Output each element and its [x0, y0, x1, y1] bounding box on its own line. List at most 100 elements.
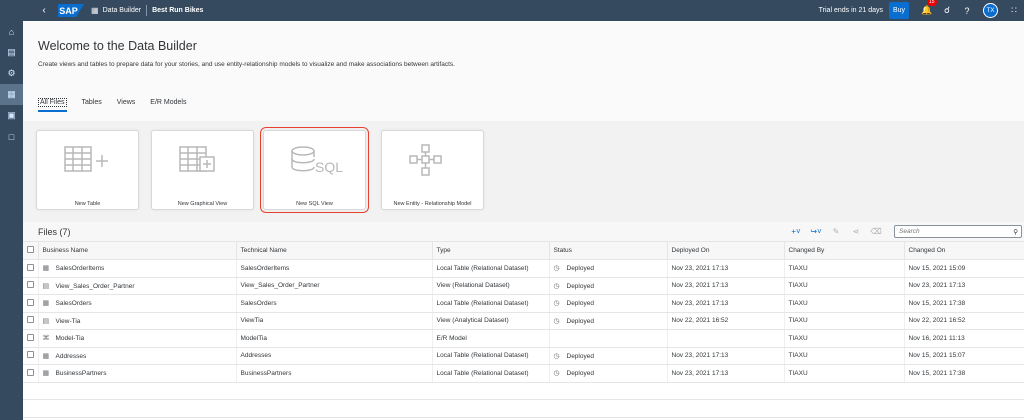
deployed-on-cell: Nov 23, 2021 17:13 — [667, 259, 785, 278]
tile-label: New Entity - Relationship Model — [393, 201, 472, 207]
new-er-model-tile[interactable]: New Entity - Relationship Model — [381, 130, 484, 210]
deployed-on-cell: Nov 23, 2021 17:13 — [667, 347, 785, 365]
new-table-tile[interactable]: New Table — [36, 130, 139, 210]
status-text: Deployed — [566, 317, 594, 325]
deployed-on-cell: Nov 23, 2021 17:13 — [667, 364, 785, 383]
changed-by-cell: TIAXU — [784, 364, 905, 383]
shell-bar: ‹ SAP ▦ Data Builder Best Run Bikes Tria… — [0, 0, 1024, 21]
sap-logo[interactable]: SAP — [58, 4, 84, 17]
back-icon[interactable]: ‹ — [36, 5, 52, 16]
technical-name: ViewTia — [236, 312, 433, 330]
avatar[interactable]: TX — [983, 3, 998, 18]
table-row[interactable]: ▤ View_Sales_Order_Partner View_Sales_Orde… — [23, 277, 1024, 295]
search-icon[interactable]: ⚲ — [1013, 228, 1018, 236]
changed-by-cell: TIAXU — [784, 277, 905, 295]
changed-on-cell: Nov 15, 2021 17:38 — [904, 364, 1024, 383]
deployed-on-cell: Nov 23, 2021 17:13 — [667, 294, 785, 313]
row-checkbox[interactable] — [27, 368, 34, 376]
help-icon[interactable]: ? — [957, 6, 977, 16]
tab-tables[interactable]: Tables — [82, 99, 102, 112]
table-row[interactable]: ▦ Addresses Addresses Local Table (Relation… — [23, 347, 1024, 365]
title-separator — [146, 5, 148, 16]
technical-name: SalesOrderItems — [236, 259, 433, 278]
view-icon: ▤ — [42, 282, 50, 290]
column-header[interactable]: Changed By — [784, 242, 905, 260]
notifications-icon[interactable]: 🔔 15 — [917, 0, 937, 16]
delete-icon[interactable]: ⌫ — [866, 227, 886, 236]
app-title: Data Builder — [102, 7, 142, 14]
status-text: Deployed — [566, 265, 594, 273]
changed-by-cell: TIAXU — [784, 294, 905, 313]
status-cell: ◷ Deployed — [549, 259, 668, 278]
table-row[interactable]: ⌘ Model-Tia ModelTia E/R Model TIAXU Nov 16, … — [23, 329, 1024, 348]
business-name[interactable]: SalesOrderItems — [56, 265, 105, 272]
home-icon[interactable]: ⌂ — [0, 21, 23, 42]
table-row[interactable]: ▦ BusinessPartners BusinessPartners Local T… — [23, 364, 1024, 383]
business-name[interactable]: BusinessPartners — [56, 370, 107, 377]
status-cell: ◷ Deployed — [549, 347, 668, 365]
technical-name: ModelTia — [236, 329, 433, 348]
new-graphical-view-tile[interactable]: New Graphical View — [151, 130, 254, 210]
business-name[interactable]: View-Tia — [56, 318, 81, 325]
status-cell: ◷ Deployed — [549, 364, 668, 383]
add-icon[interactable]: +˅ — [786, 227, 806, 236]
row-checkbox[interactable] — [27, 298, 34, 306]
share-icon[interactable]: ⋖ — [846, 227, 866, 236]
changed-on-cell: Nov 22, 2021 16:52 — [904, 312, 1024, 330]
business-builder-icon[interactable]: ▣ — [0, 105, 23, 126]
edit-icon[interactable]: ✎ — [826, 227, 846, 236]
deployed-on-cell: Nov 22, 2021 16:52 — [667, 312, 785, 330]
tab-views[interactable]: Views — [117, 99, 136, 112]
business-name[interactable]: View_Sales_Order_Partner — [56, 283, 135, 290]
page-title: Welcome to the Data Builder — [38, 39, 197, 53]
er-model-icon: ⌘ — [42, 335, 50, 343]
row-checkbox[interactable] — [27, 281, 34, 289]
business-name[interactable]: SalesOrders — [56, 300, 92, 307]
table-row[interactable]: ▤ View-Tia ViewTia View (Analytical Dataset… — [23, 312, 1024, 330]
table-icon: ▦ — [42, 352, 50, 360]
page-subtitle: Create views and tables to prepare data … — [38, 61, 455, 68]
tile-label: New SQL View — [296, 201, 333, 207]
tab-all-files[interactable]: All Files — [38, 98, 67, 112]
product-switch-icon[interactable]: ∷ — [1004, 5, 1024, 16]
type-cell: Local Table (Relational Dataset) — [432, 294, 550, 313]
stories-icon[interactable]: ▤ — [0, 42, 23, 63]
business-name[interactable]: Addresses — [56, 353, 87, 360]
select-all-checkbox[interactable] — [27, 246, 34, 253]
column-header[interactable]: Technical Name — [236, 242, 433, 260]
column-header[interactable]: Status — [549, 242, 668, 260]
type-cell: Local Table (Relational Dataset) — [432, 347, 550, 365]
search-field[interactable]: ⚲ — [894, 225, 1022, 238]
changed-on-cell: Nov 23, 2021 17:13 — [904, 277, 1024, 295]
network-icon[interactable]: ⚙ — [0, 63, 23, 84]
import-icon[interactable]: ↪˅ — [806, 227, 826, 236]
buy-button[interactable]: Buy — [889, 2, 909, 19]
new-sql-view-tile[interactable]: SQL New SQL View — [260, 127, 369, 213]
status-text: Deployed — [566, 282, 594, 290]
table-row[interactable]: ▦ SalesOrders SalesOrders Local Table (Rela… — [23, 294, 1024, 313]
feedback-icon[interactable]: ☌ — [937, 5, 957, 16]
data-builder-icon: ▦ — [91, 6, 99, 15]
search-input[interactable] — [899, 228, 1004, 235]
data-builder-nav-icon[interactable]: ▦ — [0, 84, 23, 105]
technical-name: SalesOrders — [236, 294, 433, 313]
column-header[interactable]: Deployed On — [667, 242, 785, 260]
tab-er-models[interactable]: E/R Models — [150, 99, 186, 112]
space-name[interactable]: Best Run Bikes — [152, 7, 203, 14]
column-header[interactable]: Changed On — [904, 242, 1024, 260]
row-checkbox[interactable] — [27, 316, 34, 324]
files-toolbar: Files (7) +˅ ↪˅ ✎ ⋖ ⌫ ⚲ — [23, 222, 1024, 242]
data-integration-icon[interactable]: □ — [0, 126, 23, 147]
table-row[interactable]: ▦ SalesOrderItems SalesOrderItems Local Tab… — [23, 259, 1024, 278]
row-checkbox[interactable] — [27, 263, 34, 271]
row-checkbox[interactable] — [27, 351, 34, 359]
column-header[interactable]: Type — [432, 242, 550, 260]
row-checkbox[interactable] — [27, 333, 34, 341]
column-header[interactable]: Business Name — [38, 242, 237, 260]
graphical-view-plus-icon — [179, 146, 215, 172]
files-panel: Files (7) +˅ ↪˅ ✎ ⋖ ⌫ ⚲ Business Name Te… — [23, 222, 1024, 420]
business-name[interactable]: Model-Tia — [56, 335, 85, 342]
type-cell: Local Table (Relational Dataset) — [432, 364, 550, 383]
files-table: Business Name Technical Name Type Status… — [23, 242, 1024, 418]
files-title: Files (7) — [38, 226, 71, 237]
